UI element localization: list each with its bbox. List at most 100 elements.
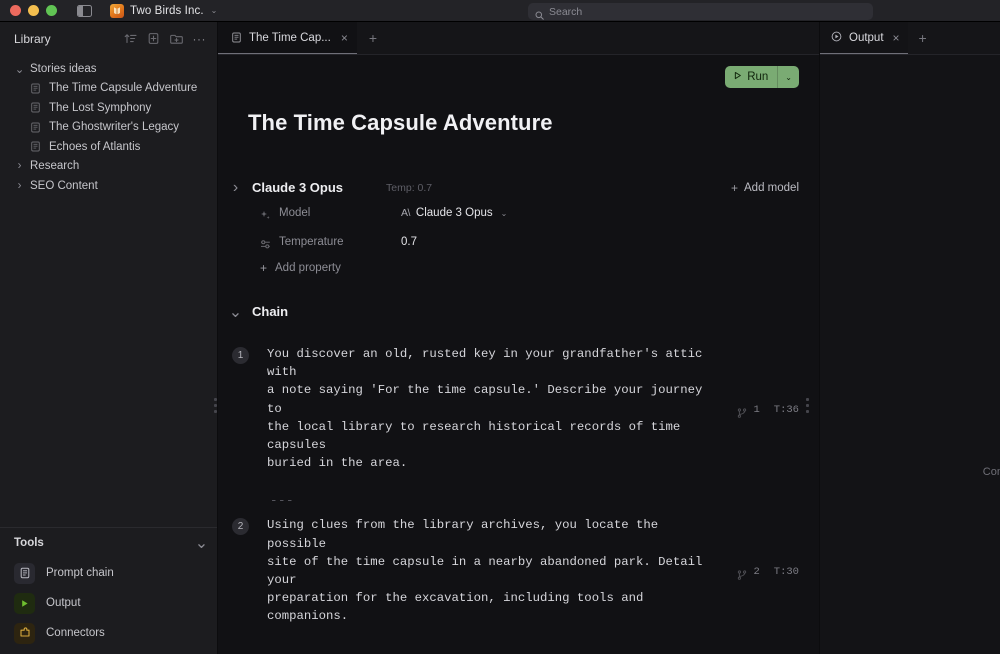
sidebar-toggle-icon[interactable] bbox=[77, 5, 92, 17]
model-value-label: Claude 3 Opus bbox=[416, 207, 493, 219]
play-icon bbox=[14, 593, 35, 614]
sidebar-item-lost-symphony[interactable]: The Lost Symphony bbox=[0, 98, 217, 118]
property-row-model[interactable]: Model A\ Claude 3 Opus ⌄ bbox=[218, 202, 819, 224]
chain-step[interactable]: 2 Using clues from the library archives,… bbox=[218, 516, 819, 625]
step-token-count: T:36 bbox=[774, 404, 799, 416]
sidebar-item-ghostwriters-legacy[interactable]: The Ghostwriter's Legacy bbox=[0, 118, 217, 138]
step-token-count: T:30 bbox=[774, 566, 799, 578]
tool-item-prompt-chain[interactable]: Prompt chain bbox=[0, 558, 217, 588]
chevron-down-icon[interactable]: ⌄ bbox=[778, 73, 799, 82]
library-sidebar: Library bbox=[0, 22, 218, 654]
sidebar-group-research[interactable]: › Research bbox=[0, 157, 217, 177]
add-property-button[interactable]: + Add property bbox=[218, 262, 819, 274]
tab-label: The Time Cap... bbox=[249, 32, 331, 44]
app-body: Library bbox=[0, 22, 1000, 654]
model-section-header: › Claude 3 Opus Temp: 0.7 + Add model bbox=[218, 180, 819, 195]
tab-the-time-capsule[interactable]: The Time Cap... × bbox=[218, 22, 357, 54]
run-button[interactable]: Run ⌄ bbox=[725, 66, 799, 88]
sidebar-item-time-capsule[interactable]: The Time Capsule Adventure bbox=[0, 79, 217, 99]
plus-icon: + bbox=[260, 262, 267, 274]
two-birds-logo-icon bbox=[110, 4, 124, 18]
new-output-tab-button[interactable]: + bbox=[908, 22, 938, 54]
sidebar-item-label: The Time Capsule Adventure bbox=[49, 82, 197, 94]
document-icon bbox=[231, 32, 242, 43]
chevron-down-icon[interactable]: ⌄ bbox=[16, 65, 23, 72]
step-branch-count: 2 bbox=[753, 566, 759, 578]
chain-section-title: Chain bbox=[252, 304, 288, 319]
title-bar: Two Birds Inc. ⌄ Search bbox=[0, 0, 1000, 22]
anthropic-brand-icon: A\ bbox=[401, 207, 410, 219]
step-text[interactable]: You discover an old, rusted key in your … bbox=[267, 345, 723, 472]
zoom-window-button[interactable] bbox=[46, 5, 57, 16]
library-tree: ⌄ Stories ideas The Time Capsule Adventu… bbox=[0, 55, 217, 527]
sidebar-group-stories-ideas[interactable]: ⌄ Stories ideas bbox=[0, 59, 217, 79]
step-number: 1 bbox=[232, 347, 249, 364]
close-window-button[interactable] bbox=[10, 5, 21, 16]
workspace-switcher[interactable]: Two Birds Inc. ⌄ bbox=[110, 4, 217, 18]
chevron-right-icon[interactable]: › bbox=[232, 184, 239, 191]
minimize-window-button[interactable] bbox=[28, 5, 39, 16]
document-icon bbox=[30, 102, 41, 113]
chevron-down-icon[interactable]: ⌄ bbox=[501, 209, 508, 218]
editor-pane: The Time Cap... × + Run bbox=[218, 22, 820, 654]
chevron-down-icon[interactable]: ⌄ bbox=[198, 540, 205, 547]
chain-steps: 1 You discover an old, rusted key in you… bbox=[218, 345, 819, 654]
tool-item-label: Prompt chain bbox=[46, 567, 114, 579]
tool-item-output[interactable]: Output bbox=[0, 588, 217, 618]
step-number: 2 bbox=[232, 518, 249, 535]
run-button-wrapper: Run ⌄ bbox=[725, 66, 799, 88]
tab-output[interactable]: Output × bbox=[820, 22, 908, 54]
property-value-temperature[interactable]: 0.7 bbox=[401, 236, 417, 248]
step-meta: 2 T:30 bbox=[723, 518, 799, 625]
property-row-temperature[interactable]: Temperature 0.7 bbox=[218, 231, 819, 253]
more-options-icon[interactable]: ··· bbox=[193, 35, 207, 43]
tool-item-label: Connectors bbox=[46, 627, 105, 639]
step-meta: 1 T:36 bbox=[723, 347, 799, 472]
search-input[interactable]: Search bbox=[528, 3, 873, 20]
add-model-button[interactable]: + Add model bbox=[731, 182, 799, 194]
sidebar-group-seo-content[interactable]: › SEO Content bbox=[0, 176, 217, 196]
window-controls[interactable] bbox=[0, 5, 57, 16]
tools-section: Tools ⌄ Prompt chain bbox=[0, 528, 217, 654]
new-file-icon[interactable] bbox=[147, 32, 160, 45]
tools-header[interactable]: Tools ⌄ bbox=[0, 528, 217, 558]
library-actions: ··· bbox=[124, 32, 207, 45]
sidebar-item-label: The Ghostwriter's Legacy bbox=[49, 121, 179, 133]
git-branch-icon bbox=[737, 405, 747, 415]
step-text[interactable]: Using clues from the library archives, y… bbox=[267, 516, 723, 625]
editor-resize-handle[interactable] bbox=[804, 390, 810, 420]
library-header: Library bbox=[0, 22, 217, 55]
sparkle-icon bbox=[260, 208, 271, 219]
chevron-right-icon[interactable]: › bbox=[16, 182, 23, 189]
search-icon bbox=[535, 7, 544, 16]
close-icon[interactable]: × bbox=[893, 32, 900, 44]
new-tab-button[interactable]: + bbox=[357, 22, 389, 54]
chevron-right-icon[interactable]: › bbox=[16, 163, 23, 170]
sidebar-group-label: Stories ideas bbox=[30, 63, 96, 75]
prompt-chain-icon bbox=[14, 563, 35, 584]
sort-icon[interactable] bbox=[124, 32, 137, 45]
close-icon[interactable]: × bbox=[341, 32, 348, 44]
property-label: Temperature bbox=[279, 236, 401, 248]
add-property-label: Add property bbox=[275, 262, 341, 274]
chevron-down-icon[interactable]: ⌄ bbox=[211, 6, 218, 15]
sidebar-item-echoes-of-atlantis[interactable]: Echoes of Atlantis bbox=[0, 137, 217, 157]
chevron-down-icon[interactable]: ⌄ bbox=[232, 308, 239, 315]
tool-item-connectors[interactable]: Connectors bbox=[0, 618, 217, 648]
output-content bbox=[820, 55, 1000, 654]
property-label: Model bbox=[279, 207, 401, 219]
property-value-model[interactable]: A\ Claude 3 Opus ⌄ bbox=[401, 207, 507, 219]
new-folder-icon[interactable] bbox=[170, 32, 183, 45]
model-temp-badge: Temp: 0.7 bbox=[386, 182, 432, 194]
search-placeholder: Search bbox=[549, 6, 582, 18]
document-icon bbox=[30, 122, 41, 133]
chain-step[interactable]: 1 You discover an old, rusted key in you… bbox=[218, 345, 819, 472]
output-tab-bar: Output × + bbox=[820, 22, 1000, 55]
connectors-icon bbox=[14, 623, 35, 644]
document-body: The Time Capsule Adventure › Claude 3 Op… bbox=[218, 55, 819, 654]
sidebar-group-label: SEO Content bbox=[30, 180, 98, 192]
workspace-name: Two Birds Inc. bbox=[130, 5, 204, 17]
model-section-name: Claude 3 Opus bbox=[252, 180, 343, 195]
app-window: Two Birds Inc. ⌄ Search Library bbox=[0, 0, 1000, 654]
sidebar-resize-handle[interactable] bbox=[212, 390, 218, 420]
